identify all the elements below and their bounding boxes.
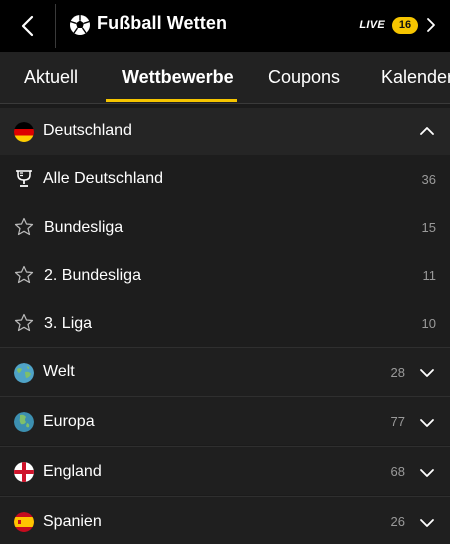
page-title: Fußball Wetten	[97, 13, 228, 33]
league-label: Alle Deutschland	[43, 170, 164, 187]
tab-bar: Aktuell Wettbewerbe Coupons Kalender	[0, 52, 450, 104]
category-count: 28	[390, 365, 405, 380]
category-label: Europa	[43, 413, 95, 430]
section-label: Deutschland	[43, 122, 132, 139]
category-count: 77	[390, 414, 405, 429]
tabs-divider	[0, 103, 450, 104]
list-item-2-bundesliga[interactable]: 2. Bundesliga 11	[0, 251, 450, 299]
league-count: 36	[421, 172, 436, 187]
tab-coupons[interactable]: Coupons	[268, 67, 340, 88]
league-count: 11	[422, 268, 437, 283]
globe-europe-icon	[14, 412, 34, 432]
chevron-down-icon	[420, 369, 434, 377]
live-label: LIVE	[359, 19, 385, 31]
chevron-down-icon	[420, 469, 434, 477]
chevron-down-icon	[420, 519, 434, 527]
live-count-badge: 16	[392, 16, 418, 34]
category-label: England	[43, 463, 102, 480]
category-count: 26	[390, 514, 405, 529]
tab-aktuell[interactable]: Aktuell	[24, 67, 78, 88]
league-label: 2. Bundesliga	[44, 267, 141, 284]
list-item-europa[interactable]: Europa 77	[0, 396, 450, 445]
tab-wettbewerbe[interactable]: Wettbewerbe	[122, 67, 234, 88]
league-label: 3. Liga	[44, 315, 93, 332]
flag-germany-icon	[14, 122, 34, 142]
list-item-england[interactable]: England 68	[0, 446, 450, 495]
star-outline-icon[interactable]	[14, 265, 34, 285]
league-count: 10	[421, 316, 436, 331]
trophy-icon	[16, 170, 32, 187]
header-divider	[55, 4, 56, 48]
list-item-3-liga[interactable]: 3. Liga 10	[0, 299, 450, 347]
globe-icon	[14, 363, 34, 383]
star-outline-icon[interactable]	[14, 313, 34, 333]
list-item-welt[interactable]: Welt 28	[0, 347, 450, 396]
live-button[interactable]: LIVE 16	[359, 13, 438, 37]
chevron-down-icon	[420, 419, 434, 427]
tab-kalender[interactable]: Kalender	[381, 67, 450, 88]
list-item-bundesliga[interactable]: Bundesliga 15	[0, 203, 450, 251]
active-tab-indicator	[106, 99, 237, 102]
league-count: 15	[421, 220, 436, 235]
league-label: Bundesliga	[44, 219, 124, 236]
category-label: Spanien	[43, 513, 102, 530]
chevron-right-icon	[427, 18, 435, 32]
category-label: Welt	[43, 363, 75, 380]
category-count: 68	[390, 464, 405, 479]
flag-england-icon	[14, 462, 34, 482]
section-header-deutschland[interactable]: Deutschland	[0, 108, 450, 155]
list-item-alle-deutschland[interactable]: Alle Deutschland 36	[0, 155, 450, 203]
flag-spain-icon	[14, 512, 34, 532]
chevron-up-icon	[420, 127, 434, 135]
list-item-spanien[interactable]: Spanien 26	[0, 496, 450, 544]
soccer-ball-icon	[70, 15, 90, 35]
app-header: Fußball Wetten LIVE 16	[0, 0, 450, 52]
back-arrow-icon[interactable]	[14, 12, 42, 40]
star-outline-icon[interactable]	[14, 217, 34, 237]
